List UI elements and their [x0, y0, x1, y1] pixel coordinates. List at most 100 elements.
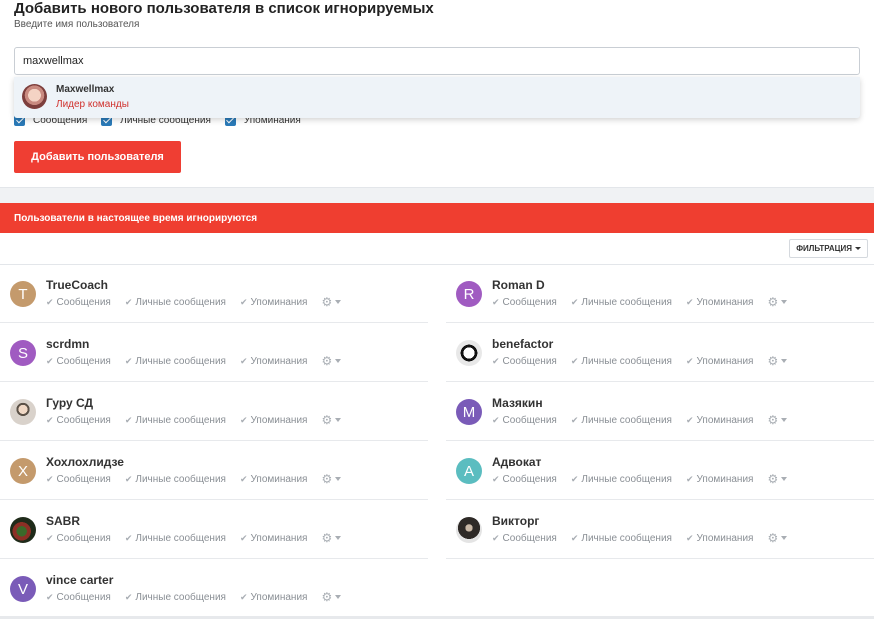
pref-label: Личные сообщения [581, 355, 672, 367]
user-suggestion-dropdown[interactable]: Maxwellmax Лидер команды [14, 77, 860, 118]
pref-messages[interactable]: ✔ Сообщения [492, 356, 557, 367]
pref-mentions[interactable]: ✔ Упоминания [686, 356, 754, 367]
gear-icon[interactable]: ⚙ [321, 413, 342, 427]
check-icon: ✔ [685, 532, 694, 543]
pref-label: Упоминания [696, 296, 754, 308]
avatar[interactable]: X [10, 458, 36, 484]
caret-down-icon [855, 247, 861, 250]
pref-private-messages[interactable]: ✔ Личные сообщения [125, 474, 226, 485]
pref-private-messages[interactable]: ✔ Личные сообщения [571, 533, 672, 544]
pref-label: Личные сообщения [135, 532, 226, 544]
avatar[interactable]: M [456, 399, 482, 425]
ignore-prefs: ✔ Сообщения ✔ Личные сообщения ✔ Упоминания… [46, 472, 342, 486]
check-icon: ✔ [239, 414, 248, 425]
pref-messages[interactable]: ✔ Сообщения [46, 533, 111, 544]
pref-label: Личные сообщения [581, 532, 672, 544]
gear-icon[interactable]: ⚙ [321, 590, 342, 604]
pref-label: Сообщения [502, 355, 557, 367]
pref-mentions[interactable]: ✔ Упоминания [686, 415, 754, 426]
user-name[interactable]: scrdmn [46, 337, 89, 351]
user-name[interactable]: benefactor [492, 337, 553, 351]
pref-label: Сообщения [56, 414, 111, 426]
pref-private-messages[interactable]: ✔ Личные сообщения [571, 356, 672, 367]
gear-icon[interactable]: ⚙ [321, 295, 342, 309]
pref-private-messages[interactable]: ✔ Личные сообщения [571, 297, 672, 308]
user-name[interactable]: Roman D [492, 278, 545, 292]
pref-messages[interactable]: ✔ Сообщения [492, 415, 557, 426]
filter-button[interactable]: ФИЛЬТРАЦИЯ [789, 239, 868, 258]
avatar[interactable]: R [456, 281, 482, 307]
ignored-user-card: Викторг ✔ Сообщения ✔ Личные сообщения ✔ Уп… [446, 501, 874, 559]
pref-private-messages[interactable]: ✔ Личные сообщения [125, 592, 226, 603]
pref-private-messages[interactable]: ✔ Личные сообщения [571, 415, 672, 426]
check-icon: ✔ [46, 414, 54, 425]
avatar[interactable] [456, 340, 482, 366]
check-icon: ✔ [570, 296, 579, 307]
pref-messages[interactable]: ✔ Сообщения [492, 474, 557, 485]
check-icon: ✔ [685, 414, 694, 425]
avatar[interactable]: A [456, 458, 482, 484]
avatar[interactable] [10, 399, 36, 425]
avatar[interactable]: T [10, 281, 36, 307]
user-name[interactable]: TrueCoach [46, 278, 108, 292]
pref-label: Сообщения [502, 296, 557, 308]
pref-mentions[interactable]: ✔ Упоминания [240, 474, 308, 485]
check-icon: ✔ [685, 296, 694, 307]
gear-icon[interactable]: ⚙ [767, 295, 788, 309]
user-name[interactable]: Хохлохлидзе [46, 455, 124, 469]
check-icon: ✔ [124, 296, 133, 307]
pref-mentions[interactable]: ✔ Упоминания [240, 592, 308, 603]
pref-messages[interactable]: ✔ Сообщения [46, 592, 111, 603]
gear-icon[interactable]: ⚙ [321, 531, 342, 545]
caret-down-icon [781, 359, 788, 363]
avatar[interactable] [456, 517, 482, 543]
gear-icon[interactable]: ⚙ [767, 531, 788, 545]
pref-messages[interactable]: ✔ Сообщения [492, 533, 557, 544]
add-user-button[interactable]: Добавить пользователя [14, 141, 181, 173]
pref-label: Сообщения [502, 532, 557, 544]
pref-private-messages[interactable]: ✔ Личные сообщения [125, 415, 226, 426]
pref-mentions[interactable]: ✔ Упоминания [240, 356, 308, 367]
avatar[interactable] [10, 517, 36, 543]
pref-messages[interactable]: ✔ Сообщения [46, 474, 111, 485]
pref-private-messages[interactable]: ✔ Личные сообщения [125, 533, 226, 544]
pref-mentions[interactable]: ✔ Упоминания [686, 474, 754, 485]
user-name[interactable]: Мазякин [492, 396, 543, 410]
pref-label: Сообщения [502, 473, 557, 485]
caret-down-icon [335, 359, 342, 363]
user-name[interactable]: vince carter [46, 573, 113, 587]
pref-messages[interactable]: ✔ Сообщения [492, 297, 557, 308]
pref-private-messages[interactable]: ✔ Личные сообщения [125, 356, 226, 367]
pref-mentions[interactable]: ✔ Упоминания [240, 415, 308, 426]
gear-icon[interactable]: ⚙ [767, 354, 788, 368]
pref-mentions[interactable]: ✔ Упоминания [686, 297, 754, 308]
user-name[interactable]: Гуру СД [46, 396, 93, 410]
pref-messages[interactable]: ✔ Сообщения [46, 415, 111, 426]
check-icon: ✔ [570, 355, 579, 366]
pref-mentions[interactable]: ✔ Упоминания [240, 533, 308, 544]
user-name[interactable]: Викторг [492, 514, 539, 528]
user-name[interactable]: SABR [46, 514, 80, 528]
pref-private-messages[interactable]: ✔ Личные сообщения [125, 297, 226, 308]
pref-label: Упоминания [250, 414, 308, 426]
avatar[interactable]: V [10, 576, 36, 602]
gear-icon[interactable]: ⚙ [767, 472, 788, 486]
gear-icon[interactable]: ⚙ [321, 472, 342, 486]
pref-mentions[interactable]: ✔ Упоминания [686, 533, 754, 544]
ignore-prefs: ✔ Сообщения ✔ Личные сообщения ✔ Упоминания… [492, 413, 788, 427]
ignore-prefs: ✔ Сообщения ✔ Личные сообщения ✔ Упоминания… [492, 295, 788, 309]
pref-messages[interactable]: ✔ Сообщения [46, 297, 111, 308]
username-input[interactable] [14, 47, 860, 75]
ignored-users-header: Пользователи в настоящее время игнорирую… [0, 203, 874, 233]
gear-icon[interactable]: ⚙ [321, 354, 342, 368]
pref-label: Сообщения [56, 532, 111, 544]
ignored-user-card: R Roman D ✔ Сообщения ✔ Личные сообщения ✔… [446, 265, 874, 323]
pref-messages[interactable]: ✔ Сообщения [46, 356, 111, 367]
avatar[interactable]: S [10, 340, 36, 366]
user-name[interactable]: Адвокат [492, 455, 541, 469]
caret-down-icon [335, 477, 342, 481]
pref-private-messages[interactable]: ✔ Личные сообщения [571, 474, 672, 485]
check-icon: ✔ [46, 355, 54, 366]
pref-mentions[interactable]: ✔ Упоминания [240, 297, 308, 308]
gear-icon[interactable]: ⚙ [767, 413, 788, 427]
